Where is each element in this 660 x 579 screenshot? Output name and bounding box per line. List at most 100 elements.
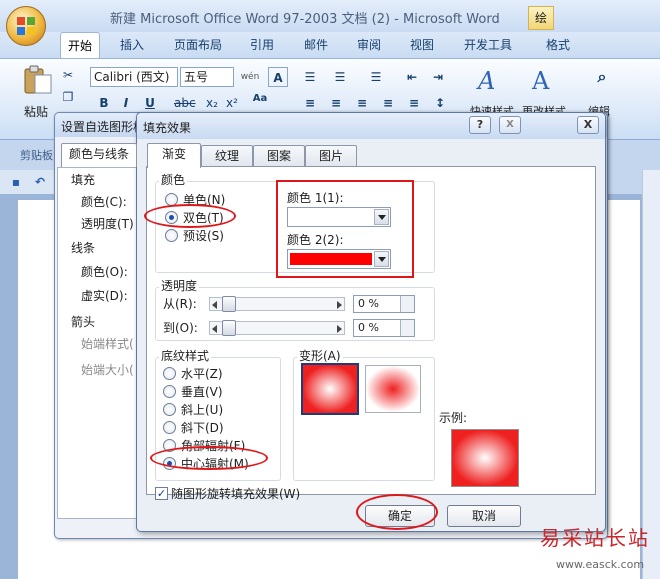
line-color-label: 颜色(O): bbox=[81, 265, 128, 279]
radio-diagonal-up[interactable] bbox=[163, 403, 176, 416]
tab-colors-and-lines[interactable]: 颜色与线条 bbox=[61, 143, 137, 167]
tab-format[interactable]: 格式 bbox=[538, 32, 578, 58]
strikethrough-icon[interactable]: abc bbox=[174, 93, 196, 113]
slider-thumb[interactable] bbox=[222, 296, 236, 312]
fill-dialog-title: 填充效果 bbox=[143, 121, 192, 135]
watermark-logo: 易采站长站 bbox=[540, 526, 650, 550]
radio-preset[interactable] bbox=[165, 229, 178, 242]
tab-gradient[interactable]: 渐变 bbox=[147, 143, 201, 168]
vertical-scrollbar[interactable] bbox=[642, 170, 660, 579]
quick-styles-icon[interactable]: A bbox=[474, 65, 506, 95]
spinner-icon[interactable] bbox=[400, 320, 414, 336]
tab-insert[interactable]: 插入 bbox=[112, 32, 152, 58]
save-icon[interactable]: ▪ bbox=[6, 172, 26, 192]
sample-label: 示例: bbox=[439, 411, 468, 425]
fill-color-label: 颜色(C): bbox=[81, 195, 127, 209]
annotation-two-colors-oval bbox=[144, 204, 236, 228]
ribbon-tab-bar: 开始 插入 页面布局 引用 邮件 审阅 视图 开发工具 格式 bbox=[0, 32, 660, 58]
tab-review[interactable]: 审阅 bbox=[349, 32, 389, 58]
close-button-disabled: X bbox=[499, 116, 521, 134]
svg-text:A: A bbox=[531, 67, 550, 95]
to-slider[interactable] bbox=[209, 320, 345, 336]
change-styles-icon[interactable]: A bbox=[528, 65, 560, 95]
distribute-icon[interactable]: ≡ bbox=[404, 93, 424, 113]
line-spacing-icon[interactable]: ↕ bbox=[430, 93, 450, 113]
phonetic-guide-icon[interactable]: wén bbox=[240, 67, 260, 87]
diagonal-down-label: 斜下(D) bbox=[181, 421, 224, 435]
begin-style-label: 始端样式( bbox=[81, 337, 134, 351]
font-name-combo[interactable]: Calibri (西文) bbox=[90, 67, 178, 87]
transparency-section-label: 透明度 bbox=[159, 277, 200, 294]
italic-icon[interactable]: I bbox=[116, 93, 136, 113]
variants-section-label: 变形(A) bbox=[297, 347, 343, 364]
tab-mailings[interactable]: 邮件 bbox=[296, 32, 336, 58]
arrow-section-label: 箭头 bbox=[71, 315, 96, 329]
help-button[interactable]: ? bbox=[469, 116, 491, 134]
context-tab-drawing[interactable]: 绘 bbox=[528, 6, 554, 30]
subscript-icon[interactable]: x₂ bbox=[202, 93, 222, 113]
vertical-label: 垂直(V) bbox=[181, 385, 223, 399]
cut-icon[interactable]: ✂ bbox=[58, 65, 78, 85]
close-button[interactable]: X bbox=[577, 116, 599, 134]
office-logo-icon bbox=[17, 17, 35, 35]
fill-transparency-label: 透明度(T) bbox=[81, 217, 134, 231]
cancel-button[interactable]: 取消 bbox=[447, 505, 521, 527]
diagonal-up-label: 斜上(U) bbox=[181, 403, 224, 417]
shading-section-label: 底纹样式 bbox=[159, 347, 212, 364]
window-title: 新建 Microsoft Office Word 97-2003 文档 (2) … bbox=[110, 12, 500, 27]
undo-icon[interactable]: ↶ bbox=[30, 172, 50, 192]
slider-thumb[interactable] bbox=[222, 320, 236, 336]
tab-view[interactable]: 视图 bbox=[402, 32, 442, 58]
tab-picture[interactable]: 图片 bbox=[305, 145, 357, 167]
copy-icon[interactable]: ❐ bbox=[58, 87, 78, 107]
begin-size-label: 始端大小( bbox=[81, 363, 134, 377]
align-center-icon[interactable]: ≡ bbox=[326, 93, 346, 113]
multilevel-list-icon[interactable]: ☰ bbox=[366, 67, 386, 87]
clipboard-group-label: 剪贴板 bbox=[20, 149, 53, 162]
clear-format-icon[interactable]: Aa bbox=[250, 89, 270, 109]
rotate-fill-label: 随图形旋转填充效果(W) bbox=[171, 487, 301, 501]
align-left-icon[interactable]: ≡ bbox=[300, 93, 320, 113]
from-label: 从(R): bbox=[163, 297, 197, 311]
annotation-ok-oval bbox=[356, 494, 438, 530]
tab-references[interactable]: 引用 bbox=[242, 32, 282, 58]
annotation-color-box bbox=[276, 180, 414, 278]
find-icon[interactable]: ⌕ bbox=[592, 67, 612, 87]
spinner-icon[interactable] bbox=[400, 296, 414, 312]
variant-2[interactable] bbox=[365, 365, 421, 413]
to-spinbox[interactable]: 0 % bbox=[353, 319, 415, 337]
tab-texture[interactable]: 纹理 bbox=[201, 145, 253, 167]
radio-vertical[interactable] bbox=[163, 385, 176, 398]
variant-1[interactable] bbox=[301, 363, 359, 415]
bold-icon[interactable]: B bbox=[94, 93, 114, 113]
font-size-combo[interactable]: 五号 bbox=[180, 67, 234, 87]
justify-icon[interactable]: ≡ bbox=[378, 93, 398, 113]
superscript-icon[interactable]: x² bbox=[222, 93, 242, 113]
colors-section-label: 颜色 bbox=[159, 171, 188, 188]
sample-preview bbox=[451, 429, 519, 487]
tab-pattern[interactable]: 图案 bbox=[253, 145, 305, 167]
char-border-icon[interactable]: A bbox=[268, 67, 288, 87]
tab-home[interactable]: 开始 bbox=[60, 32, 100, 58]
paste-button[interactable]: 粘贴 bbox=[24, 103, 48, 120]
from-slider[interactable] bbox=[209, 296, 345, 312]
bullets-icon[interactable]: ☰ bbox=[300, 67, 320, 87]
office-button[interactable] bbox=[6, 6, 46, 46]
fill-section-label: 填充 bbox=[71, 173, 96, 187]
tab-page-layout[interactable]: 页面布局 bbox=[166, 32, 230, 58]
radio-diagonal-down[interactable] bbox=[163, 421, 176, 434]
increase-indent-icon[interactable]: ⇥ bbox=[428, 67, 448, 87]
annotation-center-oval bbox=[150, 446, 268, 470]
from-spinbox[interactable]: 0 % bbox=[353, 295, 415, 313]
svg-text:A: A bbox=[476, 67, 495, 95]
align-right-icon[interactable]: ≡ bbox=[352, 93, 372, 113]
quick-access-toolbar: ▪ ↶ bbox=[0, 170, 56, 194]
decrease-indent-icon[interactable]: ⇤ bbox=[402, 67, 422, 87]
radio-horizontal[interactable] bbox=[163, 367, 176, 380]
tab-developer[interactable]: 开发工具 bbox=[456, 32, 520, 58]
underline-icon[interactable]: U bbox=[140, 93, 160, 113]
horizontal-label: 水平(Z) bbox=[181, 367, 223, 381]
rotate-fill-checkbox[interactable]: ✓ bbox=[155, 487, 168, 500]
line-section-label: 线条 bbox=[71, 241, 96, 255]
numbering-icon[interactable]: ☰ bbox=[330, 67, 350, 87]
